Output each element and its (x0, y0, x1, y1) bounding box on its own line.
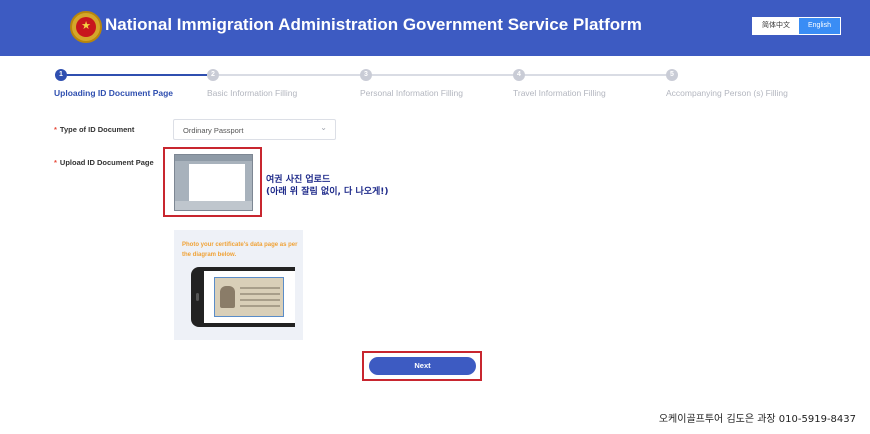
step-connector (372, 74, 513, 76)
upload-annotation: 여권 사진 업로드 (아래 위 잘림 없이, 다 나오게!) (266, 174, 389, 198)
progress-steps: 1 2 3 4 5 Uploading ID Document Page Bas… (0, 66, 870, 106)
doc-type-value: Ordinary Passport (183, 126, 244, 135)
site-title: National Immigration Administration Gove… (105, 15, 642, 34)
phone-diagram-icon (191, 267, 295, 327)
passport-diagram-icon (214, 277, 284, 317)
next-highlight-box: Next (362, 351, 482, 381)
lang-english-button[interactable]: English (799, 18, 840, 34)
lang-chinese-button[interactable]: 简体中文 (753, 18, 799, 34)
contact-note: 오케이골프투어 김도은 과장 010-5919-8437 (658, 414, 856, 425)
next-button[interactable]: Next (369, 357, 476, 375)
uploaded-passport-image[interactable] (174, 154, 253, 211)
step-connector (67, 74, 207, 76)
national-emblem-icon: ★ (70, 11, 102, 43)
step-3-number: 3 (360, 69, 372, 81)
step-4-number: 4 (513, 69, 525, 81)
annotation-line-2: (아래 위 잘림 없이, 다 나오게!) (266, 187, 389, 197)
step-connector (525, 74, 666, 76)
required-mark: * (54, 125, 57, 134)
upload-label-text: Upload ID Document Page (59, 158, 154, 167)
photo-guide-text: Photo your certificate's data page as pe… (182, 242, 298, 258)
step-2-label: Basic Information Filling (207, 88, 298, 98)
photo-guide-panel: Photo your certificate's data page as pe… (174, 230, 303, 340)
step-5-number: 5 (666, 69, 678, 81)
required-mark: * (54, 158, 57, 167)
step-1-number: 1 (55, 69, 67, 81)
doc-type-label-text: Type of ID Document (59, 125, 135, 134)
doc-type-label: * Type of ID Document (54, 125, 134, 134)
chevron-down-icon: ⌄ (320, 123, 327, 132)
doc-type-select[interactable]: Ordinary Passport ⌄ (173, 119, 336, 140)
step-1-label: Uploading ID Document Page (54, 88, 174, 98)
step-5-label: Accompanying Person (s) Filling (666, 88, 788, 98)
step-2-number: 2 (207, 69, 219, 81)
top-header: ★ National Immigration Administration Go… (0, 0, 870, 56)
step-connector (219, 74, 360, 76)
language-switcher: 简体中文 English (752, 17, 841, 35)
annotation-line-1: 여권 사진 업로드 (266, 175, 331, 185)
upload-highlight-box (163, 147, 262, 217)
step-4-label: Travel Information Filling (513, 88, 606, 98)
step-3-label: Personal Information Filling (360, 88, 463, 98)
upload-label: * Upload ID Document Page (54, 158, 154, 167)
